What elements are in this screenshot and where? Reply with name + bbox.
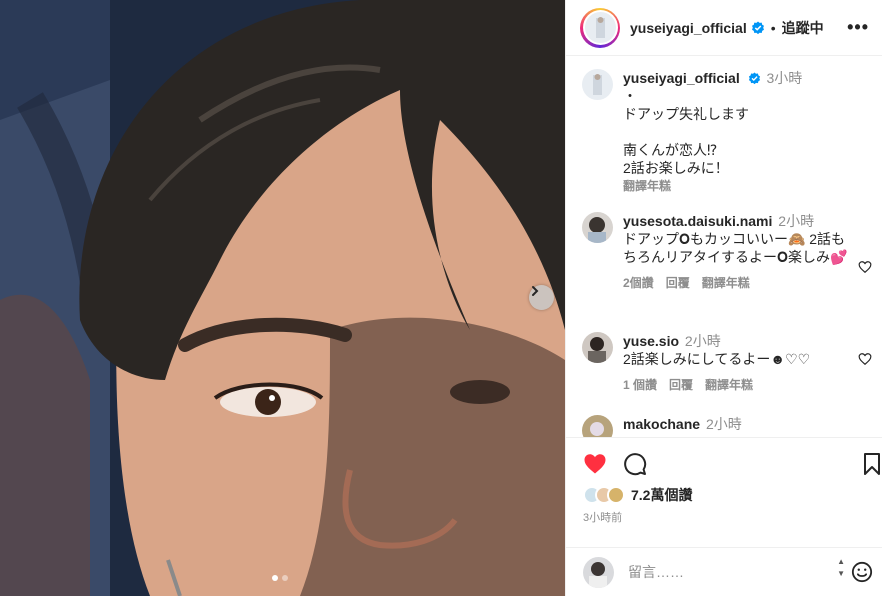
likes-count[interactable]: 7.2萬個讚 [631, 485, 692, 505]
post-header: yuseiyagi_official • 追蹤中 ••• [566, 0, 882, 56]
caption-translate-link[interactable]: 翻譯年糕 [623, 177, 848, 195]
comment-text: 2話楽しみにしてるよー☻♡♡ [623, 351, 811, 367]
translate-link[interactable]: 翻譯年糕 [702, 274, 750, 292]
comment-time: 2小時 [705, 416, 742, 432]
caption-line [623, 123, 848, 141]
avatar-image [584, 12, 616, 43]
caption-time: 3小時 [766, 70, 803, 86]
carousel-dot-active [272, 575, 278, 581]
caption-avatar[interactable] [582, 69, 613, 100]
header-separator: • [770, 19, 776, 36]
comment-time: 2小時 [778, 213, 815, 229]
current-user-avatar [583, 556, 614, 588]
carousel-indicator [272, 575, 288, 581]
author-avatar[interactable] [580, 7, 620, 48]
scroll-arrows[interactable]: ▲ ▼ [837, 556, 845, 580]
reply-button[interactable]: 回覆 [669, 376, 693, 394]
liker-avatar [607, 486, 625, 504]
author-username[interactable]: yuseiyagi_official [630, 20, 747, 36]
portrait-image [0, 0, 565, 596]
comments-list[interactable]: yuseiyagi_official 3小時 ・ ドアップ失礼します 南くんが恋… [566, 57, 882, 437]
post-side-panel: yuseiyagi_official • 追蹤中 ••• yuseiyagi_o… [565, 0, 882, 596]
comment-item: yuse.sio 2小時 2話楽しみにしてるよー☻♡♡ 1 個讚 回覆 翻譯年糕 [582, 332, 872, 402]
add-comment-section: ▲ ▼ [566, 547, 882, 596]
commenter-username[interactable]: yusesota.daisuki.nami [623, 213, 772, 229]
comment-item: yusesota.daisuki.nami 2小時 ドアップ𝐎もカッコいいー🙈 … [582, 212, 872, 312]
more-options-button[interactable]: ••• [847, 17, 869, 38]
commenter-avatar[interactable] [582, 212, 613, 243]
caption-line: 南くんが恋人⁉︎ [623, 142, 718, 158]
action-bar: 7.2萬個讚 3小時前 [566, 437, 882, 547]
caption-line: 2話お楽しみに！ [623, 160, 729, 176]
carousel-dot [282, 575, 288, 581]
speech-bubble-icon[interactable] [623, 452, 647, 476]
smiley-icon[interactable] [851, 561, 873, 583]
chevron-right-icon [532, 286, 539, 296]
scroll-up-icon[interactable]: ▲ [837, 556, 845, 568]
post-timestamp[interactable]: 3小時前 [583, 509, 622, 525]
commenter-avatar[interactable] [582, 415, 613, 437]
scroll-down-icon[interactable]: ▼ [837, 568, 845, 580]
post-photo[interactable] [0, 0, 565, 596]
caption-line: ドアップ失礼します [623, 106, 749, 122]
commenter-username[interactable]: yuse.sio [623, 333, 679, 349]
translate-link[interactable]: 翻譯年糕 [705, 376, 753, 394]
verified-badge-icon [748, 72, 760, 85]
following-button[interactable]: 追蹤中 [782, 18, 824, 38]
reply-button[interactable]: 回覆 [666, 274, 690, 292]
heart-filled-icon[interactable] [583, 452, 607, 476]
caption-username[interactable]: yuseiyagi_official [623, 70, 740, 86]
like-comment-heart-icon[interactable] [858, 260, 872, 274]
bookmark-icon[interactable] [862, 452, 882, 476]
commenter-username[interactable]: makochane [623, 416, 700, 432]
comment-text: ドアップ𝐎もカッコいいー🙈 2話もちろんリアタイするよー𝐎楽しみ💕 [623, 231, 848, 265]
next-photo-button[interactable] [529, 285, 554, 310]
comment-time: 2小時 [684, 333, 721, 349]
comment-likes[interactable]: 1 個讚 [623, 376, 657, 394]
commenter-avatar[interactable] [582, 332, 613, 363]
like-comment-heart-icon[interactable] [858, 352, 872, 366]
caption-line: ・ [623, 88, 637, 104]
verified-badge-icon [751, 21, 764, 34]
comment-likes[interactable]: 2個讚 [623, 274, 654, 292]
comment-input[interactable] [628, 564, 828, 580]
